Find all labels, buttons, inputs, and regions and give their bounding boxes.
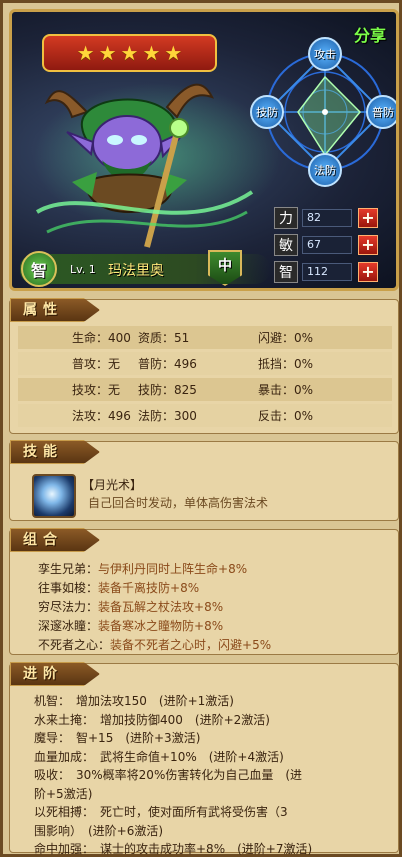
page-frame: ★ ★ ★ ★ ★ 分享 攻击 技防 普防 法防 力 82 + 敏 67 + 智… bbox=[0, 0, 402, 857]
attr-normal-attack: 普攻：无 bbox=[72, 357, 121, 371]
combo-desc: 与伊利丹同时上阵生命+8% bbox=[98, 562, 248, 576]
attr-aptitude: 资质：51 bbox=[138, 331, 190, 345]
add-agility-button[interactable]: + bbox=[358, 235, 378, 255]
advance-section: 进阶 机智： 增加法攻150 (进阶+1激活) 水来土掩： 增加技防御400 (… bbox=[9, 662, 399, 856]
combo-desc: 装备千离技防+8% bbox=[98, 581, 200, 595]
star-icon: ★ bbox=[120, 41, 139, 65]
attr-row: 普攻：无 普防：496 抵挡：0% bbox=[18, 352, 392, 375]
list-item: 往事如梭：装备千离技防+8% bbox=[38, 579, 393, 598]
type-badge: 智 bbox=[21, 251, 57, 287]
combo-name: 不死者之心： bbox=[38, 638, 111, 652]
list-item: 血量加成： 武将生命值+10% (进阶+4激活) bbox=[34, 749, 284, 764]
combo-list: 孪生兄弟：与伊利丹同时上阵生命+8% 往事如梭：装备千离技防+8% 穷尽法力：装… bbox=[38, 560, 393, 655]
attr-skill-attack: 技攻：无 bbox=[72, 383, 121, 397]
hero-card: ★ ★ ★ ★ ★ 分享 攻击 技防 普防 法防 力 82 + 敏 67 + 智… bbox=[9, 9, 399, 291]
star-icon: ★ bbox=[98, 41, 117, 65]
combo-desc: 装备寒冰之瞳物防+8% bbox=[98, 619, 224, 633]
radar-label-attack: 攻击 bbox=[308, 37, 342, 71]
stat-row-agility: 敏 67 + bbox=[274, 232, 384, 258]
star-icon: ★ bbox=[164, 41, 183, 65]
attribute-radar: 攻击 技防 普防 法防 bbox=[250, 37, 396, 187]
list-item: 命中加强： 谋士的攻击成功率+8% (进阶+7激活) bbox=[34, 842, 313, 856]
section-title: 组合 bbox=[10, 528, 100, 552]
base-stats: 力 82 + 敏 67 + 智 112 + bbox=[274, 205, 384, 286]
list-item: 魔导： 智+15 (进阶+3激活) bbox=[34, 731, 201, 745]
combo-name: 往事如梭： bbox=[38, 581, 99, 595]
radar-label-skill-defense: 技防 bbox=[250, 95, 284, 129]
combo-name: 深邃冰瞳： bbox=[38, 619, 99, 633]
combo-desc: 装备不死者之心时，闪避+5% bbox=[110, 638, 272, 652]
star-icon: ★ bbox=[142, 41, 161, 65]
attr-magic-attack: 法攻：496 bbox=[72, 409, 131, 423]
attributes-grid: 生命：400 资质：51 闪避：0% 普攻：无 普防：496 抵挡：0% 技攻：… bbox=[18, 326, 392, 430]
moonlight-skill-icon[interactable] bbox=[32, 474, 76, 518]
skill-name: 【月光术】 bbox=[82, 478, 143, 492]
add-strength-button[interactable]: + bbox=[358, 208, 378, 228]
radar-label-magic-defense: 法防 bbox=[308, 153, 342, 187]
list-item: 阶+5激活) bbox=[34, 786, 93, 801]
list-item: 以死相搏： 死亡时，使对面所有武将受伤害（3 bbox=[34, 805, 288, 819]
list-item: 围影响） (进阶+6激活) bbox=[34, 823, 164, 838]
stat-value: 112 bbox=[302, 263, 352, 281]
list-item: 深邃冰瞳：装备寒冰之瞳物防+8% bbox=[38, 617, 393, 636]
list-item: 吸收： 30%概率将20%伤害转化为自己血量 (进 bbox=[34, 768, 303, 782]
radar-label-normal-defense: 普防 bbox=[366, 95, 396, 129]
skill-section: 技能 【月光术】 自己回合时发动，单体高伤害法术 bbox=[9, 440, 399, 521]
attr-row: 生命：400 资质：51 闪避：0% bbox=[18, 326, 392, 349]
list-item: 孪生兄弟：与伊利丹同时上阵生命+8% bbox=[38, 560, 393, 579]
attr-counter: 反击：0% bbox=[258, 409, 314, 423]
attr-crit: 暴击：0% bbox=[258, 383, 314, 397]
attr-row: 法攻：496 法防：300 反击：0% bbox=[18, 404, 392, 427]
combo-name: 孪生兄弟： bbox=[38, 562, 99, 576]
stat-value: 82 bbox=[302, 209, 352, 227]
list-item: 穷尽法力：装备瓦解之杖法攻+8% bbox=[38, 598, 393, 617]
list-item: 机智： 增加法攻150 (进阶+1激活) bbox=[34, 694, 234, 708]
stat-row-strength: 力 82 + bbox=[274, 205, 384, 231]
star-rating-banner: ★ ★ ★ ★ ★ bbox=[42, 34, 217, 72]
stat-key: 智 bbox=[274, 261, 298, 283]
combo-section: 组合 孪生兄弟：与伊利丹同时上阵生命+8% 往事如梭：装备千离技防+8% 穷尽法… bbox=[9, 528, 399, 655]
stat-key: 力 bbox=[274, 207, 298, 229]
skill-description: 自己回合时发动，单体高伤害法术 bbox=[88, 496, 269, 510]
section-title: 进阶 bbox=[10, 662, 100, 686]
stat-key: 敏 bbox=[274, 234, 298, 256]
hero-portrait bbox=[35, 83, 254, 248]
advance-list: 机智： 增加法攻150 (进阶+1激活) 水来土掩： 增加技防御400 (进阶+… bbox=[34, 692, 394, 857]
section-title: 属性 bbox=[10, 298, 100, 322]
stat-value: 67 bbox=[302, 236, 352, 254]
star-icon: ★ bbox=[76, 41, 95, 65]
attributes-section: 属性 生命：400 资质：51 闪避：0% 普攻：无 普防：496 抵挡：0% … bbox=[9, 298, 399, 434]
combo-name: 穷尽法力： bbox=[38, 600, 99, 614]
combo-desc: 装备瓦解之杖法攻+8% bbox=[98, 600, 224, 614]
section-title: 技能 bbox=[10, 440, 100, 464]
stat-row-intelligence: 智 112 + bbox=[274, 259, 384, 285]
attr-block: 抵挡：0% bbox=[258, 357, 314, 371]
attr-skill-defense: 技防：825 bbox=[138, 383, 197, 397]
list-item: 不死者之心：装备不死者之心时，闪避+5% bbox=[38, 636, 393, 655]
hero-name: 玛法里奥 bbox=[108, 263, 164, 279]
attr-magic-defense: 法防：300 bbox=[138, 409, 197, 423]
list-item: 水来土掩： 增加技防御400 (进阶+2激活) bbox=[34, 712, 270, 727]
attr-normal-defense: 普防：496 bbox=[138, 357, 197, 371]
attr-hp: 生命：400 bbox=[72, 331, 131, 345]
attr-dodge: 闪避：0% bbox=[258, 331, 314, 345]
attr-row: 技攻：无 技防：825 暴击：0% bbox=[18, 378, 392, 401]
hero-level: Lv. 1 bbox=[70, 263, 96, 276]
add-intelligence-button[interactable]: + bbox=[358, 262, 378, 282]
